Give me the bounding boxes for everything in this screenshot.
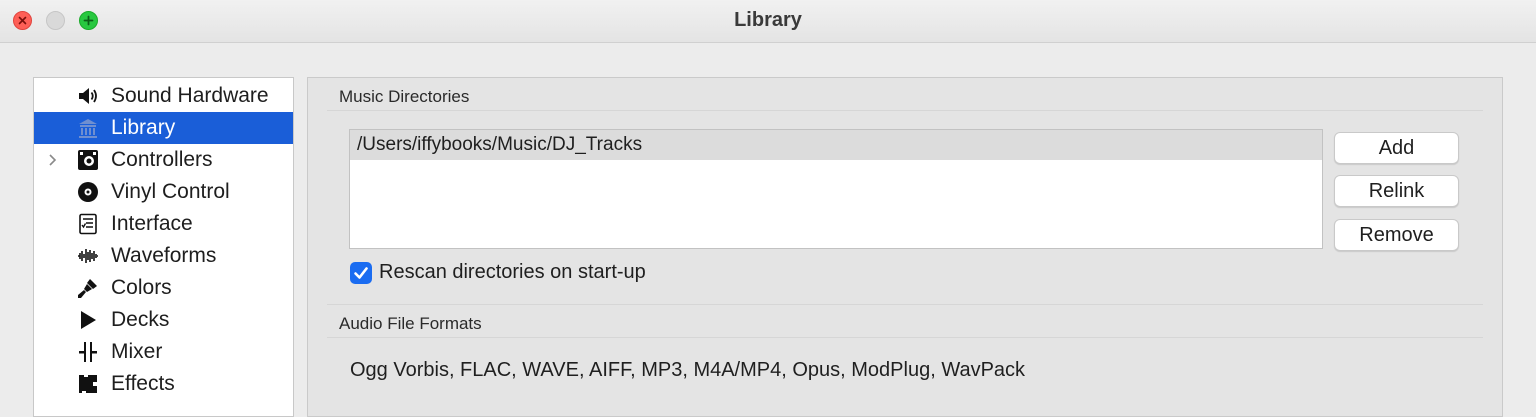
sidebar-item-library[interactable]: Library <box>34 112 293 144</box>
checkmark-icon <box>354 267 368 279</box>
effects-icon <box>77 373 99 395</box>
sidebar-item-sound-hardware[interactable]: Sound Hardware <box>34 80 293 112</box>
audio-file-formats-title: Audio File Formats <box>339 314 482 333</box>
sidebar-item-controllers[interactable]: Controllers <box>34 144 293 176</box>
group-divider <box>327 304 1483 305</box>
sidebar-item-label: Decks <box>111 308 170 331</box>
sidebar-item-interface[interactable]: Interface <box>34 208 293 240</box>
sidebar-item-label: Mixer <box>111 340 163 363</box>
sidebar-item-label: Vinyl Control <box>111 180 230 203</box>
sidebar-item-label: Waveforms <box>111 244 217 267</box>
sidebar-item-label: Library <box>111 116 176 139</box>
sidebar-item-vinyl-control[interactable]: Vinyl Control <box>34 176 293 208</box>
list-item[interactable]: /Users/iffybooks/Music/DJ_Tracks <box>350 130 1322 160</box>
audio-formats-list: Ogg Vorbis, FLAC, WAVE, AIFF, MP3, M4A/M… <box>350 359 1026 381</box>
sidebar-item-mixer[interactable]: Mixer <box>34 336 293 368</box>
sidebar-item-decks[interactable]: Decks <box>34 304 293 336</box>
waveform-icon <box>77 245 99 267</box>
sidebar-item-label: Interface <box>111 212 193 235</box>
window-title: Library <box>734 9 802 31</box>
rescan-checkbox-label: Rescan directories on start-up <box>379 261 646 283</box>
sidebar-item-label: Effects <box>111 372 175 395</box>
sidebar-item-waveforms[interactable]: Waveforms <box>34 240 293 272</box>
controller-icon <box>77 149 99 171</box>
library-icon <box>77 117 99 139</box>
chevron-right-icon[interactable] <box>46 144 60 176</box>
remove-button[interactable]: Remove <box>1334 219 1459 251</box>
interface-icon <box>77 213 99 235</box>
play-icon <box>77 309 99 331</box>
vinyl-icon <box>77 181 99 203</box>
sidebar-item-label: Colors <box>111 276 172 299</box>
preferences-sidebar: Sound Hardware Library Controllers Vinyl… <box>33 77 294 417</box>
title-bar: Library <box>0 0 1536 43</box>
rescan-checkbox[interactable] <box>350 262 372 284</box>
sidebar-item-label: Sound Hardware <box>111 84 269 107</box>
music-directories-list[interactable]: /Users/iffybooks/Music/DJ_Tracks <box>349 129 1323 249</box>
add-button[interactable]: Add <box>1334 132 1459 164</box>
speaker-icon <box>77 85 99 107</box>
sidebar-item-label: Controllers <box>111 148 213 171</box>
group-divider <box>327 110 1483 111</box>
sidebar-item-effects[interactable]: Effects <box>34 368 293 400</box>
relink-button[interactable]: Relink <box>1334 175 1459 207</box>
mixer-fader-icon <box>77 341 99 363</box>
sidebar-item-colors[interactable]: Colors <box>34 272 293 304</box>
paint-brush-icon <box>77 277 99 299</box>
group-divider <box>327 337 1483 338</box>
music-directories-title: Music Directories <box>339 87 470 106</box>
